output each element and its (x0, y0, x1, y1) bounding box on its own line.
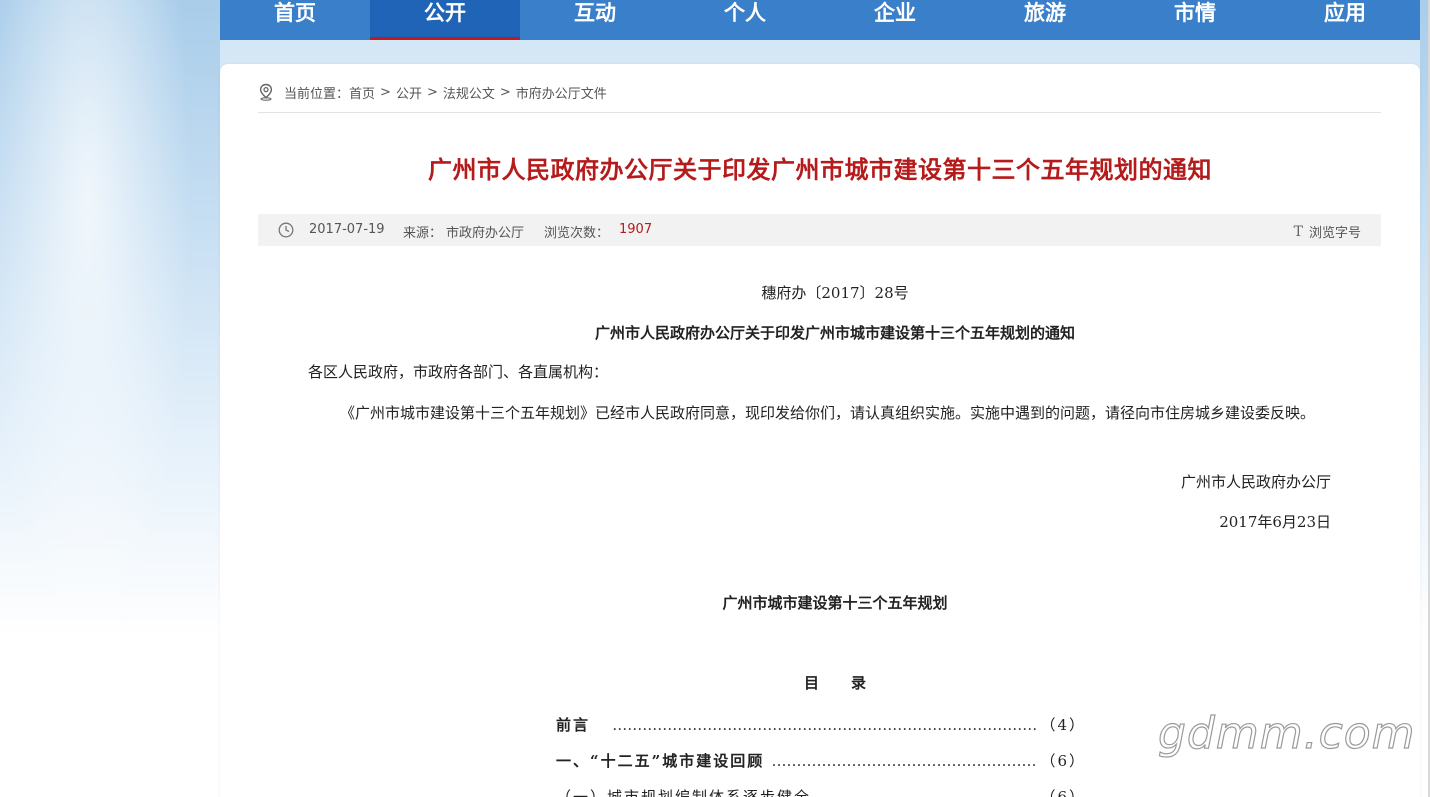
document-number: 穗府办〔2017〕28号 (761, 284, 909, 302)
toc-entry-page: （6） (1036, 786, 1086, 797)
location-pin-icon (259, 83, 273, 101)
nav-item-home[interactable]: 首页 (220, 0, 370, 40)
breadcrumb-prefix: 当前位置： (284, 86, 350, 102)
nav-item-apps[interactable]: 应用 (1270, 0, 1420, 40)
article-meta-bar: 2017-07-19 来源： 市政府办公厅 浏览次数： 1907 T 浏览字号 (258, 214, 1381, 246)
plan-title: 广州市城市建设第十三个五年规划 (722, 594, 948, 612)
document-paragraph: 《广州市城市建设第十三个五年规划》已经市人民政府同意，现印发给你们，请认真组织实… (340, 404, 1316, 422)
nav-item-interaction[interactable]: 互动 (520, 0, 670, 40)
breadcrumb-divider (258, 112, 1381, 113)
source-label: 来源： (403, 226, 443, 241)
breadcrumb-separator: > (380, 84, 391, 100)
article-title: 广州市人民政府办公厅关于印发广州市城市建设第十三个五年规划的通知 (428, 156, 1212, 184)
source-value: 市政府办公厅 (446, 226, 525, 241)
toc-entry-page: （6） (1036, 750, 1086, 771)
toc-leader-dots: …………………………………………………………………………………………………… (612, 716, 1086, 734)
breadcrumb-link-home[interactable]: 首页 (349, 83, 375, 102)
main-nav-bar: 首页 公开 互动 个人 企业 旅游 市情 应用 (220, 0, 1420, 40)
document-heading: 广州市人民政府办公厅关于印发广州市城市建设第十三个五年规划的通知 (594, 324, 1075, 342)
signature-organization: 广州市人民政府办公厅 (1180, 473, 1331, 491)
breadcrumb-link-public[interactable]: 公开 (396, 83, 422, 102)
nav-item-tourism[interactable]: 旅游 (970, 0, 1120, 40)
signature-date: 2017年6月23日 (1219, 513, 1331, 531)
document-addressee: 各区人民政府，市政府各部门、各直属机构： (308, 363, 609, 381)
content-panel: 当前位置： 首页 > 公开 > 法规公文 > 市府办公厅文件 广州市人民政府办公… (220, 64, 1420, 797)
toc-entry-label: 前言 (556, 716, 591, 734)
toc-entry-label: 一、“十二五”城市建设回顾 (556, 752, 765, 770)
toc-entry-label: （一）城市规划编制体系逐步健全 (556, 788, 812, 797)
text-size-icon: T (1293, 223, 1303, 240)
view-count: 1907 (619, 222, 653, 237)
toc-entry-page: （4） (1036, 714, 1086, 735)
nav-item-public[interactable]: 公开 (370, 0, 520, 40)
font-size-label: 浏览字号 (1308, 226, 1361, 241)
toc-title: 目录 (803, 674, 898, 692)
publish-date: 2017-07-19 (309, 222, 385, 237)
breadcrumb-link-office-docs[interactable]: 市府办公厅文件 (516, 83, 607, 102)
background-sky-left (0, 0, 220, 797)
nav-item-city-info[interactable]: 市情 (1120, 0, 1270, 40)
toc-entry: （一）城市规划编制体系逐步健全 …………………………………………………………… … (556, 786, 1086, 797)
breadcrumb: 当前位置： 首页 > 公开 > 法规公文 > 市府办公厅文件 (258, 82, 607, 102)
clock-icon (278, 222, 294, 238)
breadcrumb-separator: > (426, 84, 438, 100)
toc-entry: 一、“十二五”城市建设回顾 ……………………………………………………………………… (556, 750, 1086, 771)
site-watermark: gdmm.com (1157, 707, 1416, 759)
nav-item-personal[interactable]: 个人 (670, 0, 820, 40)
nav-item-enterprise[interactable]: 企业 (820, 0, 970, 40)
view-count-label: 浏览次数： (544, 226, 610, 241)
breadcrumb-link-regulations[interactable]: 法规公文 (443, 83, 495, 102)
breadcrumb-separator: > (499, 84, 511, 100)
font-size-button[interactable]: T 浏览字号 (1293, 222, 1361, 242)
toc-entry: 前言 …………………………………………………………………………………………………… (556, 714, 1086, 735)
